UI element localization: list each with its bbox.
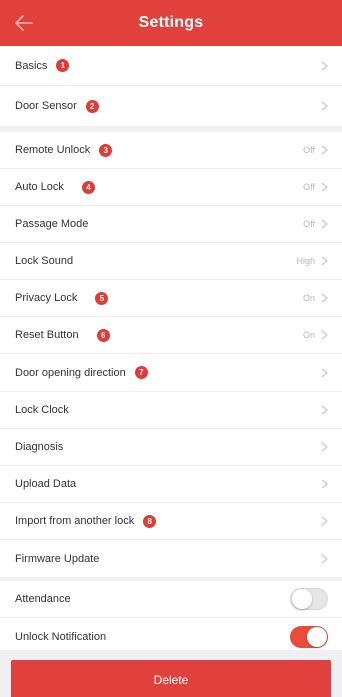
setting-value: Off bbox=[303, 145, 315, 155]
step-badge: 2 bbox=[85, 99, 99, 113]
toggle-knob bbox=[292, 589, 312, 609]
settings-item-label: Door opening direction bbox=[15, 366, 126, 379]
settings-item-reset-button[interactable]: Reset Button 6 On bbox=[0, 317, 342, 354]
back-button[interactable] bbox=[12, 11, 36, 35]
settings-item-label: Lock Clock bbox=[15, 404, 69, 416]
chevron-right-icon bbox=[321, 219, 328, 229]
delete-area: Delete bbox=[0, 650, 342, 697]
settings-item-lock-sound[interactable]: Lock Sound High bbox=[0, 243, 342, 280]
step-badge: 6 bbox=[96, 328, 110, 342]
step-badge: 3 bbox=[99, 143, 113, 157]
settings-item-auto-lock[interactable]: Auto Lock 4 Off bbox=[0, 169, 342, 206]
attendance-toggle[interactable] bbox=[290, 588, 328, 610]
settings-item-label: Import from another lock bbox=[15, 515, 135, 527]
page-title: Settings bbox=[138, 14, 204, 31]
step-badge: 5 bbox=[95, 291, 109, 305]
settings-item-label: Door Sensor bbox=[15, 100, 77, 112]
chevron-right-icon bbox=[321, 368, 328, 377]
step-badge: 7 bbox=[134, 366, 148, 379]
chevron-right-icon bbox=[321, 145, 328, 155]
settings-item-label: Remote Unlock bbox=[15, 144, 91, 156]
chevron-right-icon bbox=[321, 293, 328, 303]
chevron-right-icon bbox=[321, 101, 328, 111]
settings-item-firmware-update[interactable]: Firmware Update bbox=[0, 540, 342, 577]
settings-item-lock-clock[interactable]: Lock Clock bbox=[0, 392, 342, 429]
step-badge: 4 bbox=[81, 180, 95, 194]
chevron-right-icon bbox=[321, 479, 328, 489]
chevron-right-icon bbox=[321, 256, 328, 266]
settings-item-import-from-another-lock[interactable]: Import from another lock 8 bbox=[0, 503, 342, 540]
settings-item-label: Basics bbox=[15, 59, 48, 72]
chevron-right-icon bbox=[321, 554, 328, 563]
settings-item-door-opening-direction[interactable]: Door opening direction 7 bbox=[0, 354, 342, 391]
settings-item-label: Passage Mode bbox=[15, 218, 89, 230]
arrow-left-icon bbox=[15, 15, 33, 31]
settings-group-basics: Basics 1 Door Sensor 2 bbox=[0, 46, 342, 126]
settings-item-label: Reset Button bbox=[15, 329, 79, 341]
chevron-right-icon bbox=[321, 442, 328, 452]
settings-item-label: Auto Lock bbox=[15, 181, 64, 193]
setting-value: Off bbox=[303, 182, 315, 192]
settings-group-maintenance: Lock Clock Diagnosis Upload Data Import … bbox=[0, 392, 342, 577]
settings-item-label: Unlock Notification bbox=[15, 630, 107, 643]
settings-item-label: Firmware Update bbox=[15, 552, 100, 565]
step-badge: 1 bbox=[56, 59, 70, 72]
setting-value: On bbox=[302, 293, 315, 303]
unlock-notification-toggle[interactable] bbox=[290, 625, 328, 648]
settings-item-remote-unlock[interactable]: Remote Unlock 3 Off bbox=[0, 132, 342, 169]
delete-button[interactable]: Delete bbox=[11, 660, 331, 697]
header-bar: Settings bbox=[0, 0, 342, 46]
step-badge: 8 bbox=[143, 514, 157, 528]
settings-group-lock: Remote Unlock 3 Off Auto Lock 4 Off Pass… bbox=[0, 132, 342, 391]
settings-item-label: Attendance bbox=[15, 593, 71, 605]
settings-item-privacy-lock[interactable]: Privacy Lock 5 On bbox=[0, 280, 342, 317]
settings-item-label: Diagnosis bbox=[15, 441, 64, 453]
settings-item-diagnosis[interactable]: Diagnosis bbox=[0, 429, 342, 466]
settings-item-door-sensor[interactable]: Door Sensor 2 bbox=[0, 86, 342, 126]
settings-group-toggles: Attendance Unlock Notification bbox=[0, 581, 342, 655]
settings-item-basics[interactable]: Basics 1 bbox=[0, 46, 342, 86]
chevron-right-icon bbox=[321, 330, 328, 340]
settings-item-attendance: Attendance bbox=[0, 581, 342, 618]
setting-value: Off bbox=[303, 219, 315, 229]
chevron-right-icon bbox=[321, 61, 328, 70]
chevron-right-icon bbox=[321, 516, 328, 526]
settings-item-label: Lock Sound bbox=[15, 255, 74, 267]
toggle-knob bbox=[307, 626, 327, 647]
setting-value: High bbox=[296, 256, 315, 266]
settings-item-label: Upload Data bbox=[15, 478, 77, 490]
settings-item-upload-data[interactable]: Upload Data bbox=[0, 466, 342, 503]
chevron-right-icon bbox=[321, 405, 328, 415]
setting-value: On bbox=[302, 330, 315, 340]
chevron-right-icon bbox=[321, 182, 328, 192]
settings-item-label: Privacy Lock bbox=[15, 292, 78, 304]
settings-item-passage-mode[interactable]: Passage Mode Off bbox=[0, 206, 342, 243]
